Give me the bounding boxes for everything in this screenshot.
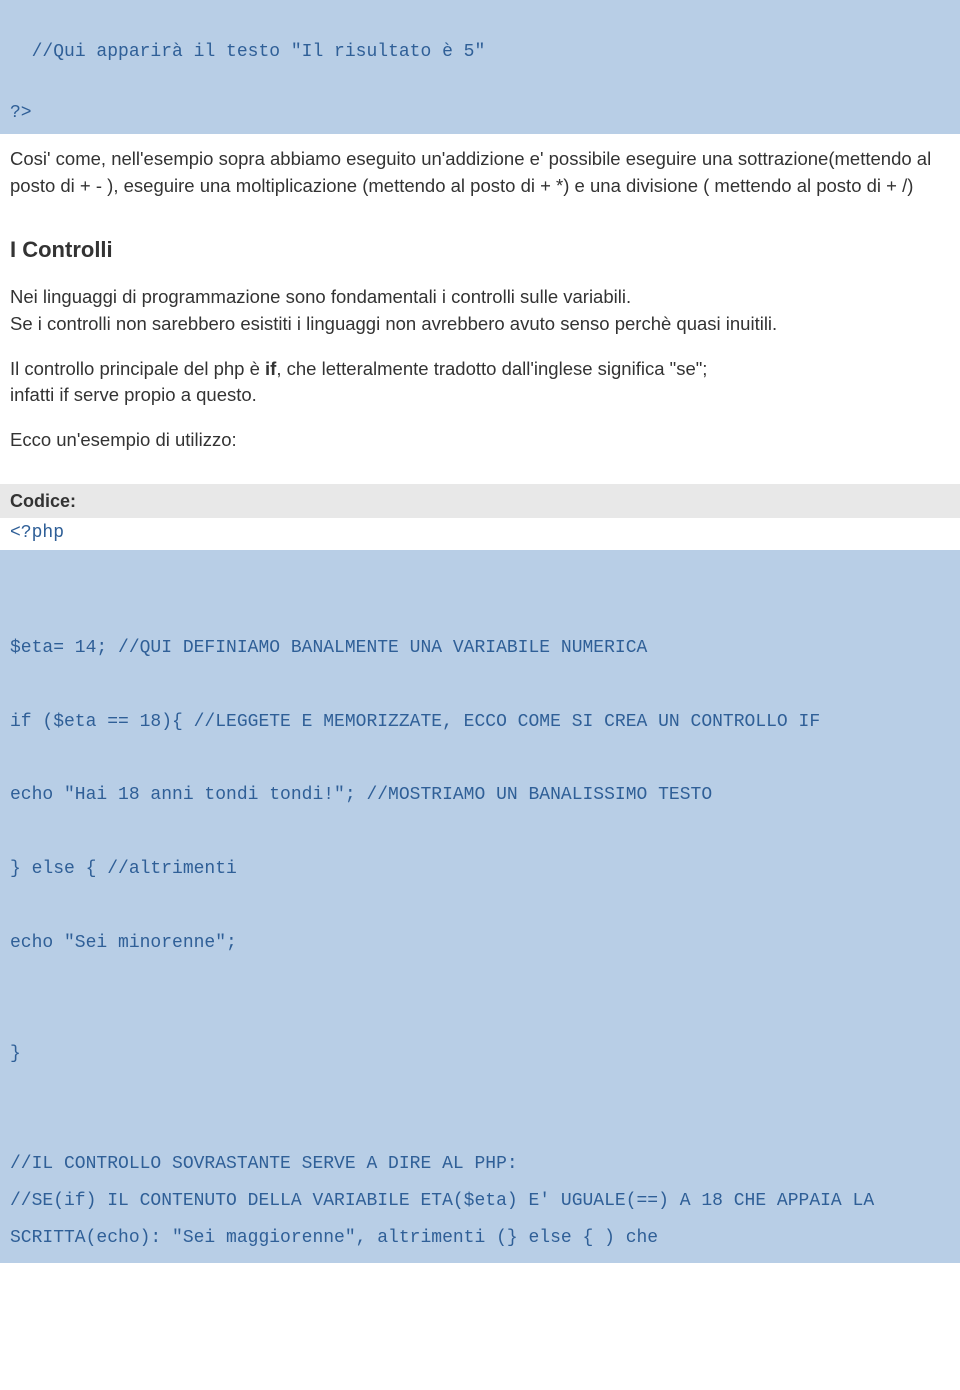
paragraph-2b: Se i controlli non sarebbero esistiti i …: [10, 313, 777, 334]
code-text: //Qui apparirà il testo "Il risultato è …: [10, 42, 485, 123]
paragraph-3b: , che letteralmente tradotto dall'ingles…: [276, 358, 707, 379]
code-block-top: //Qui apparirà il testo "Il risultato è …: [0, 0, 960, 134]
paragraph-2: Nei linguaggi di programmazione sono fon…: [10, 284, 950, 338]
paragraph-3-bold: if: [265, 358, 276, 379]
paragraph-4: Ecco un'esempio di utilizzo:: [10, 427, 950, 454]
paragraph-2a: Nei linguaggi di programmazione sono fon…: [10, 286, 631, 307]
paragraph-1: Cosi' come, nell'esempio sopra abbiamo e…: [10, 146, 950, 200]
content-area: Cosi' come, nell'esempio sopra abbiamo e…: [0, 134, 960, 484]
php-open-tag: <?php: [0, 518, 960, 550]
section-heading: I Controlli: [10, 234, 950, 266]
paragraph-3a: Il controllo principale del php è: [10, 358, 265, 379]
paragraph-3c: infatti if serve propio a questo.: [10, 384, 257, 405]
code-block-main: $eta= 14; //QUI DEFINIAMO BANALMENTE UNA…: [0, 550, 960, 1263]
code-main-text: $eta= 14; //QUI DEFINIAMO BANALMENTE UNA…: [10, 638, 885, 1248]
paragraph-3: Il controllo principale del php è if, ch…: [10, 356, 950, 410]
codice-label: Codice:: [0, 484, 960, 518]
